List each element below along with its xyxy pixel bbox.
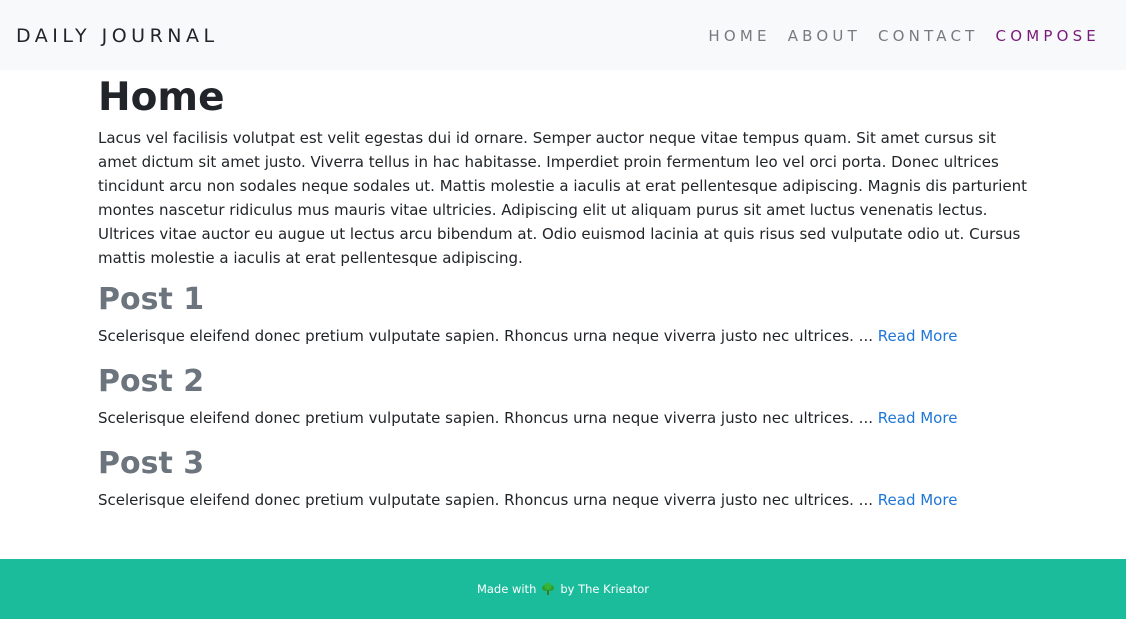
post-title: Post 3 xyxy=(98,446,205,481)
page-title: Home xyxy=(98,75,225,120)
brand-logo[interactable]: DAILY JOURNAL xyxy=(16,24,219,48)
read-more-link[interactable]: Read More xyxy=(878,491,958,509)
nav-item-compose: COMPOSE xyxy=(996,26,1100,46)
post-excerpt-line: Scelerisque eleifend donec pretium vulpu… xyxy=(98,406,1028,430)
post-item: Post 1 Scelerisque eleifend donec pretiu… xyxy=(98,280,1028,348)
read-more-link[interactable]: Read More xyxy=(878,409,958,427)
nav-link-compose[interactable]: COMPOSE xyxy=(996,27,1100,45)
intro-text: Lacus vel facilisis volutpat est velit e… xyxy=(98,129,1028,267)
read-more-link[interactable]: Read More xyxy=(878,327,958,345)
nav-item-home: HOME xyxy=(708,26,770,46)
navbar: DAILY JOURNAL HOME ABOUT CONTACT COMPOSE xyxy=(0,0,1126,70)
post-title: Post 2 xyxy=(98,364,205,399)
post-excerpt: Scelerisque eleifend donec pretium vulpu… xyxy=(98,327,873,345)
post-excerpt-line: Scelerisque eleifend donec pretium vulpu… xyxy=(98,488,1028,512)
footer-author: by The Krieator xyxy=(560,582,650,596)
footer-made-with: Made with xyxy=(476,582,537,596)
broccoli-icon xyxy=(541,582,555,596)
post-title: Post 1 xyxy=(98,282,205,317)
nav-item-about: ABOUT xyxy=(788,26,861,46)
footer: Made with by The Krieator xyxy=(0,559,1126,619)
nav-link-home[interactable]: HOME xyxy=(708,27,770,45)
post-item: Post 3 Scelerisque eleifend donec pretiu… xyxy=(98,444,1028,512)
nav-link-contact[interactable]: CONTACT xyxy=(878,27,979,45)
post-excerpt: Scelerisque eleifend donec pretium vulpu… xyxy=(98,491,873,509)
post-excerpt: Scelerisque eleifend donec pretium vulpu… xyxy=(98,409,873,427)
nav-item-contact: CONTACT xyxy=(878,26,979,46)
nav-menu: HOME ABOUT CONTACT COMPOSE xyxy=(708,26,1100,46)
post-item: Post 2 Scelerisque eleifend donec pretiu… xyxy=(98,362,1028,430)
post-excerpt-line: Scelerisque eleifend donec pretium vulpu… xyxy=(98,324,1028,348)
main-content: Home Lacus vel facilisis volutpat est ve… xyxy=(98,70,1028,512)
nav-link-about[interactable]: ABOUT xyxy=(788,27,861,45)
